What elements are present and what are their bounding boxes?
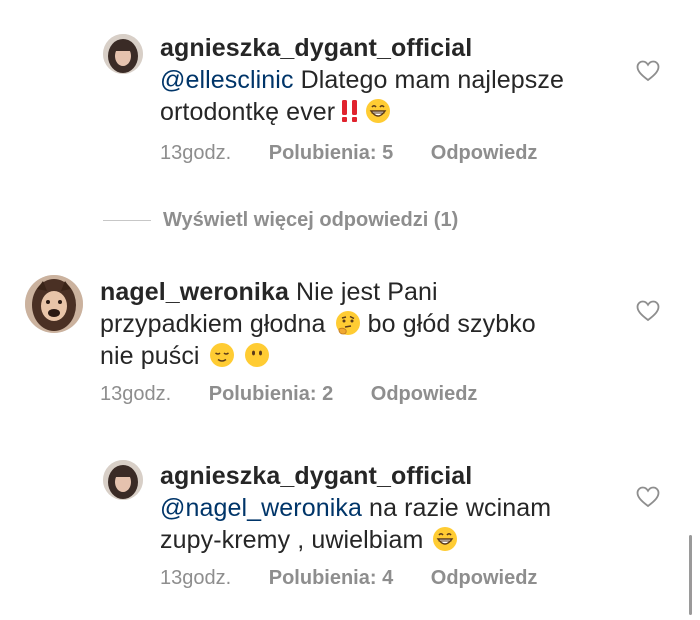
like-heart-icon[interactable] bbox=[635, 58, 661, 84]
comment-username[interactable]: agnieszka_dygant_official bbox=[160, 462, 472, 490]
comment-text: Nie jest Pani bbox=[288, 278, 438, 306]
likes-count-button[interactable]: Polubienia: 2 bbox=[209, 383, 333, 405]
mention-link[interactable]: @nagel_weronika bbox=[160, 494, 362, 522]
comment-text: ortodontkę ever bbox=[160, 98, 336, 126]
view-more-replies-label: Wyświetl więcej odpowiedzi (1) bbox=[163, 208, 459, 231]
comment-username[interactable]: agnieszka_dygant_official bbox=[160, 34, 472, 62]
avatar[interactable] bbox=[103, 460, 143, 500]
comment-time: 13godz. bbox=[100, 383, 172, 405]
hushed-face-icon bbox=[244, 342, 270, 368]
reply-button[interactable]: Odpowiedz bbox=[431, 567, 538, 589]
avatar[interactable] bbox=[25, 275, 83, 333]
divider-line bbox=[103, 219, 151, 221]
comment-text: Dlatego mam najlepsze bbox=[293, 66, 564, 94]
comment-text: nie puści bbox=[100, 342, 207, 370]
grinning-face-icon bbox=[432, 526, 458, 552]
likes-count-button[interactable]: Polubienia: 5 bbox=[269, 142, 393, 164]
thinking-face-icon bbox=[335, 310, 361, 336]
comment-username[interactable]: nagel_weronika bbox=[100, 278, 289, 306]
comment-text: na razie wcinam bbox=[362, 494, 552, 522]
comment-text: zupy-kremy , uwielbiam bbox=[160, 526, 431, 554]
view-more-replies-button[interactable]: Wyświetl więcej odpowiedzi (1) bbox=[103, 206, 458, 234]
like-heart-icon[interactable] bbox=[635, 484, 661, 510]
reply-button[interactable]: Odpowiedz bbox=[431, 142, 538, 164]
like-heart-icon[interactable] bbox=[635, 298, 661, 324]
mention-link[interactable]: @ellesclinic bbox=[160, 66, 294, 94]
reply-button[interactable]: Odpowiedz bbox=[371, 383, 478, 405]
comment-text: przypadkiem głodna bbox=[100, 310, 333, 338]
likes-count-button[interactable]: Polubienia: 4 bbox=[269, 567, 393, 589]
double-exclamation-icon bbox=[337, 98, 363, 124]
comment-time: 13godz. bbox=[160, 142, 232, 164]
grinning-face-icon bbox=[365, 98, 391, 124]
scrollbar[interactable] bbox=[689, 535, 692, 615]
comment-time: 13godz. bbox=[160, 567, 232, 589]
avatar[interactable] bbox=[103, 34, 143, 74]
comment-text: bo głód szybko bbox=[360, 310, 536, 338]
relieved-face-icon bbox=[209, 342, 235, 368]
